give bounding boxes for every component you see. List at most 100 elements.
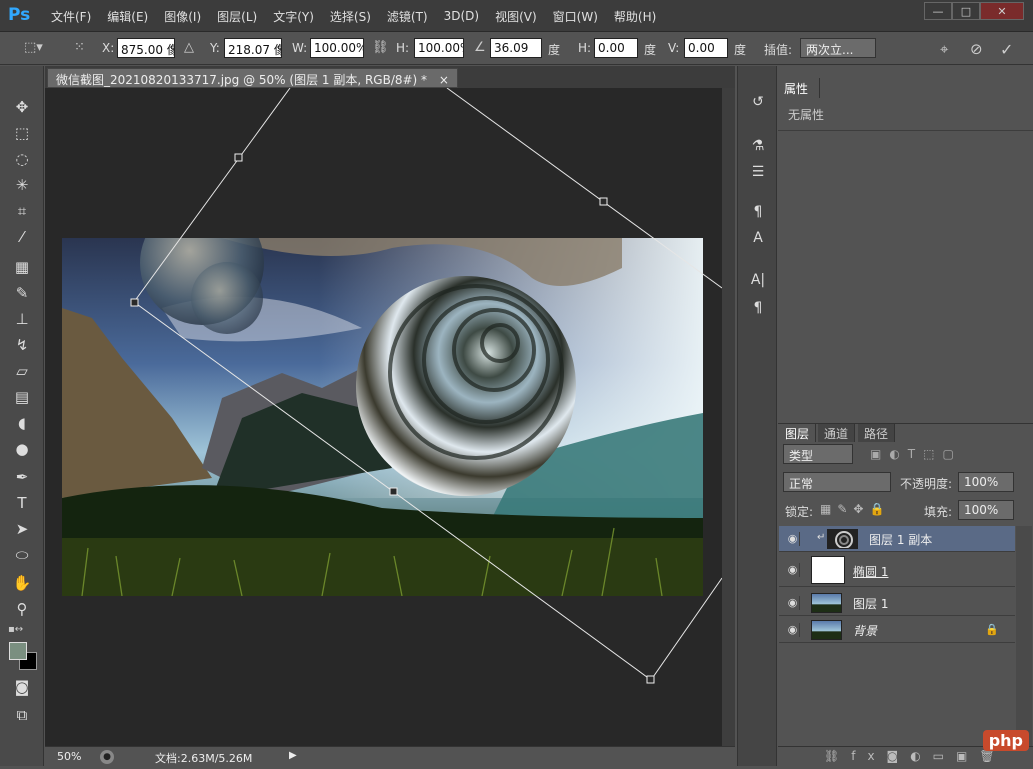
status-menu-icon[interactable]: ●: [100, 750, 114, 764]
menu-item-help[interactable]: 帮助(H): [606, 8, 664, 25]
adjustments-icon[interactable]: ☰: [748, 162, 768, 182]
x-label: X:: [102, 41, 115, 55]
history-brush-tool-icon[interactable]: ↯: [10, 334, 34, 356]
hand-tool-icon[interactable]: ✋: [10, 572, 34, 594]
character-styles-icon[interactable]: A: [748, 228, 768, 248]
tab-layers[interactable]: 图层: [779, 424, 817, 442]
document-tab[interactable]: 微信截图_20210820133717.jpg @ 50% (图层 1 副本, …: [47, 68, 458, 88]
visibility-eye-icon[interactable]: ◉: [786, 563, 800, 577]
link-icon[interactable]: ⛓: [372, 40, 389, 55]
clipping-icon: ↵: [817, 532, 826, 543]
dodge-tool-icon[interactable]: ●: [10, 438, 34, 460]
layer-name[interactable]: 椭圆 1: [853, 563, 888, 580]
lock-icons[interactable]: ▦✎✥🔒: [820, 502, 890, 516]
menu-item-layer[interactable]: 图层(L): [209, 8, 265, 25]
height-field[interactable]: 100.00%: [414, 38, 464, 58]
quick-mask-icon[interactable]: ◙: [10, 676, 34, 698]
healing-tool-icon[interactable]: ▦: [10, 256, 34, 278]
brush-tool-icon[interactable]: ✎: [10, 282, 34, 304]
screen-mode-icon[interactable]: ⧉: [10, 704, 34, 726]
tab-close-icon[interactable]: ×: [439, 73, 449, 87]
filter-icons[interactable]: ▣◐T⬚▢: [870, 447, 962, 461]
toolbox: ✥ ⬚ ◌ ✳ ⌗ ⁄ ▦ ✎ ⊥ ↯ ▱ ▤ ◖ ● ✒ T ➤ ⬭ ✋ ⚲ …: [0, 66, 44, 766]
visibility-eye-icon[interactable]: ◉: [786, 532, 800, 546]
status-arrow-icon[interactable]: ▶: [289, 750, 297, 761]
transform-tool-icon[interactable]: ⬚▾: [24, 40, 43, 55]
paragraph-panel-icon[interactable]: ¶: [748, 298, 768, 318]
stamp-tool-icon[interactable]: ⊥: [10, 308, 34, 330]
layer-row[interactable]: ◉ 图层 1: [779, 590, 1015, 616]
gradient-tool-icon[interactable]: ▤: [10, 386, 34, 408]
path-selection-tool-icon[interactable]: ➤: [10, 518, 34, 540]
default-colors-icon[interactable]: ▪↔: [8, 624, 23, 635]
history-panel-icon[interactable]: ↺: [748, 92, 768, 112]
maximize-button[interactable]: □: [952, 2, 980, 20]
zoom-tool-icon[interactable]: ⚲: [10, 598, 34, 620]
character-panel-icon[interactable]: A|: [748, 270, 768, 290]
layers-scrollbar[interactable]: [1016, 526, 1032, 746]
layer-name[interactable]: 图层 1: [853, 595, 888, 612]
minimize-button[interactable]: —: [924, 2, 952, 20]
paragraph-styles-icon[interactable]: ¶: [748, 202, 768, 222]
pen-tool-icon[interactable]: ✒: [10, 466, 34, 488]
type-tool-icon[interactable]: T: [10, 492, 34, 514]
warp-icon[interactable]: ⌖: [940, 40, 948, 58]
foreground-color-swatch[interactable]: [9, 642, 27, 660]
angle-field[interactable]: 36.09: [490, 38, 542, 58]
crop-tool-icon[interactable]: ⌗: [10, 200, 34, 222]
menu-item-3d[interactable]: 3D(D): [436, 9, 487, 23]
interpolation-select[interactable]: 两次立...: [800, 38, 876, 58]
delta-icon[interactable]: △: [184, 40, 194, 55]
width-field[interactable]: 100.00%: [310, 38, 364, 58]
cancel-transform-icon[interactable]: ⊘: [970, 40, 983, 58]
move-tool-icon[interactable]: ✥: [10, 96, 34, 118]
divider: [778, 130, 1033, 131]
menu-item-filter[interactable]: 滤镜(T): [379, 8, 436, 25]
opacity-field[interactable]: 100%: [958, 472, 1014, 492]
y-field[interactable]: 218.07 像: [224, 38, 282, 58]
vskew-field[interactable]: 0.00: [684, 38, 728, 58]
commit-transform-icon[interactable]: ✓: [1000, 40, 1013, 59]
marquee-tool-icon[interactable]: ⬚: [10, 122, 34, 144]
layer-name[interactable]: 图层 1 副本: [869, 531, 932, 548]
layer-row[interactable]: ◉ ↵ 图层 1 副本: [779, 526, 1015, 552]
hskew-field[interactable]: 0.00: [594, 38, 638, 58]
menu-item-window[interactable]: 窗口(W): [545, 8, 606, 25]
menu-item-select[interactable]: 选择(S): [322, 8, 379, 25]
visibility-eye-icon[interactable]: ◉: [786, 623, 800, 637]
layer-row[interactable]: ◉ 背景 🔒: [779, 617, 1015, 643]
reference-point-icon[interactable]: ⁙: [74, 40, 85, 55]
hskew-label: H:: [578, 41, 592, 55]
transform-bounding-box[interactable]: [45, 88, 722, 746]
close-button[interactable]: ✕: [980, 2, 1024, 20]
layer-footer-icons[interactable]: ⛓fx◙◐▭▣🗑: [824, 749, 1007, 763]
tab-paths[interactable]: 路径: [858, 424, 896, 442]
lasso-tool-icon[interactable]: ◌: [10, 148, 34, 170]
opacity-label: 不透明度:: [900, 477, 953, 491]
eyedropper-tool-icon[interactable]: ⁄: [10, 226, 34, 248]
vertical-scrollbar[interactable]: [722, 88, 735, 746]
blend-mode-select[interactable]: 正常: [783, 472, 891, 492]
tab-properties[interactable]: 属性: [778, 78, 820, 98]
menu-item-edit[interactable]: 编辑(E): [99, 8, 156, 25]
layer-name[interactable]: 背景: [853, 622, 877, 639]
ellipse-tool-icon[interactable]: ⬭: [10, 544, 34, 566]
menu-item-view[interactable]: 视图(V): [487, 8, 545, 25]
tab-channels[interactable]: 通道: [818, 424, 856, 442]
fill-field[interactable]: 100%: [958, 500, 1014, 520]
layer-filter-select[interactable]: 类型: [783, 444, 853, 464]
vskew-unit: 度: [734, 43, 747, 57]
zoom-level[interactable]: 50%: [57, 750, 81, 763]
tool-presets-icon[interactable]: ⚗: [748, 136, 768, 156]
menu-item-image[interactable]: 图像(I): [156, 8, 209, 25]
menu-item-type[interactable]: 文字(Y): [265, 8, 322, 25]
menu-item-file[interactable]: 文件(F): [43, 8, 99, 25]
layer-thumbnail: [811, 620, 842, 640]
x-field[interactable]: 875.00 像: [117, 38, 175, 58]
layer-row[interactable]: ◉ 椭圆 1: [779, 553, 1015, 587]
visibility-eye-icon[interactable]: ◉: [786, 596, 800, 610]
blur-tool-icon[interactable]: ◖: [10, 412, 34, 434]
magic-wand-tool-icon[interactable]: ✳: [10, 174, 34, 196]
shape-layer-thumbnail: [811, 556, 845, 584]
eraser-tool-icon[interactable]: ▱: [10, 360, 34, 382]
